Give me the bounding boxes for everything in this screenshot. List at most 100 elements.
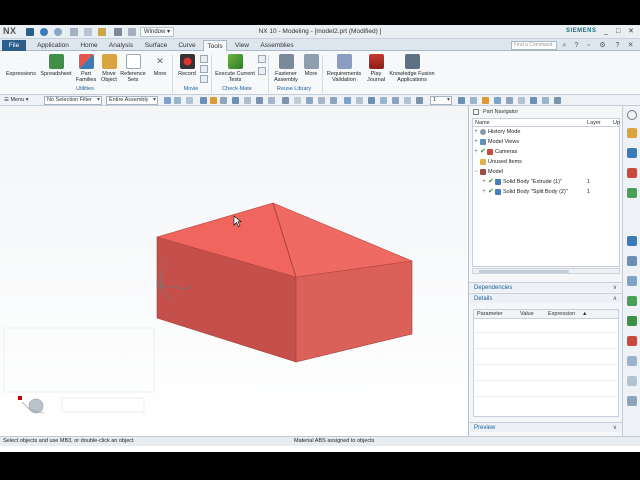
snap-icon-14[interactable] — [356, 97, 363, 104]
expressions-button[interactable]: Expressions — [4, 54, 38, 77]
snap-icon-12[interactable] — [330, 97, 337, 104]
sort-up-icon[interactable]: ▲ — [582, 311, 587, 317]
palette-icon[interactable] — [627, 356, 637, 366]
chevron-down-icon[interactable]: ∨ — [613, 423, 617, 433]
movie-small-button-2[interactable] — [200, 65, 208, 73]
repeat-command-icon[interactable] — [114, 28, 122, 36]
dependencies-section-header[interactable]: Dependencies ∨ — [469, 282, 623, 292]
snap-icon-1[interactable] — [200, 97, 207, 104]
move-object-button[interactable]: Move Object — [99, 54, 119, 83]
view-icon-9[interactable] — [554, 97, 561, 104]
restore-icon[interactable]: ▫ — [585, 42, 592, 49]
tree-row-history-mode[interactable]: + History Mode — [473, 127, 621, 137]
web-browser-icon[interactable] — [627, 236, 637, 246]
help-icon[interactable]: ? — [573, 42, 580, 49]
column-value[interactable]: Value — [520, 311, 534, 317]
pin-icon[interactable] — [473, 109, 479, 115]
view-icon-3[interactable] — [482, 97, 489, 104]
cut-icon[interactable] — [70, 28, 78, 36]
ribbon-close-icon[interactable]: ✕ — [627, 42, 634, 49]
selection-filter-select[interactable]: No Selection Filter — [44, 96, 102, 105]
movie-small-button-3[interactable] — [200, 75, 208, 83]
reuse-more-button[interactable]: More — [302, 54, 320, 77]
view-icon-4[interactable] — [494, 97, 501, 104]
expand-icon[interactable]: + — [473, 127, 479, 137]
tab-curve[interactable]: Curve — [175, 40, 199, 51]
documents-icon[interactable] — [627, 376, 637, 386]
snap-icon-2[interactable] — [210, 97, 217, 104]
scrollbar-thumb[interactable] — [479, 270, 569, 273]
movie-small-button-1[interactable] — [200, 55, 208, 63]
roles-icon[interactable] — [627, 316, 637, 326]
help-button-icon[interactable]: ? — [614, 42, 621, 49]
column-expression[interactable]: Expression — [548, 311, 575, 317]
view-icon-5[interactable] — [506, 97, 513, 104]
tab-analysis[interactable]: Analysis — [106, 40, 136, 51]
chevron-up-icon[interactable]: ∧ — [613, 294, 617, 304]
snap-icon-15[interactable] — [368, 97, 375, 104]
graphics-canvas[interactable]: Y — [0, 106, 468, 436]
snap-icon-4[interactable] — [232, 97, 239, 104]
system-materials-icon[interactable] — [627, 276, 637, 286]
settings-icon[interactable] — [627, 110, 637, 120]
filter-icon-2[interactable] — [174, 97, 181, 104]
part-families-button[interactable]: Part Families — [74, 54, 98, 83]
maximize-icon[interactable]: □ — [616, 28, 620, 35]
snap-icon-16[interactable] — [380, 97, 387, 104]
column-up[interactable]: Up — [613, 120, 620, 126]
view-icon-7[interactable] — [530, 97, 537, 104]
snap-icon-10[interactable] — [306, 97, 313, 104]
tree-row-unused-items[interactable]: Unused Items — [473, 157, 621, 167]
collapse-icon[interactable]: − — [473, 167, 479, 177]
tab-file[interactable]: File — [2, 40, 26, 51]
snap-icon-13[interactable] — [344, 97, 351, 104]
navigator-horizontal-scrollbar[interactable] — [472, 268, 620, 274]
column-name[interactable]: Name — [475, 120, 490, 126]
checkmate-small-button-2[interactable] — [258, 67, 266, 75]
save-icon[interactable] — [26, 28, 34, 36]
play-journal-button[interactable]: Play Journal — [365, 54, 387, 83]
constraint-navigator-icon[interactable] — [627, 148, 637, 158]
menu-button[interactable]: ☰ Menu ▾ — [2, 96, 31, 105]
expand-icon[interactable]: + — [473, 147, 479, 157]
touch-mode-icon[interactable] — [128, 28, 136, 36]
tab-view[interactable]: View — [231, 40, 253, 51]
redo-icon[interactable] — [54, 28, 62, 36]
close-icon[interactable]: ✕ — [628, 28, 634, 35]
column-layer[interactable]: Layer — [587, 120, 601, 126]
checkmate-small-button-1[interactable] — [258, 55, 266, 63]
tab-assemblies[interactable]: Assemblies — [257, 40, 297, 51]
filter-icon-3[interactable] — [186, 97, 193, 104]
knowledge-fusion-applications-button[interactable]: Knowledge Fusion Applications — [389, 54, 435, 83]
snap-icon-19[interactable] — [416, 97, 423, 104]
tree-row-cameras[interactable]: + ✔ Cameras — [473, 147, 621, 157]
details-section-header[interactable]: Details ∧ — [469, 293, 623, 303]
selection-scope-select[interactable]: Entire Assembly — [106, 96, 158, 105]
reports-icon[interactable] — [627, 396, 637, 406]
snap-icon-7[interactable] — [268, 97, 275, 104]
snap-icon-3[interactable] — [220, 97, 227, 104]
snap-icon-8[interactable] — [282, 97, 289, 104]
view-icon-2[interactable] — [470, 97, 477, 104]
filter-icon-1[interactable] — [164, 97, 171, 104]
reference-sets-button[interactable]: Reference Sets — [120, 54, 146, 83]
process-studio-icon[interactable] — [627, 296, 637, 306]
graphics-window[interactable]: Y — [0, 106, 468, 436]
settings-icon[interactable]: ⚙ — [599, 42, 606, 49]
paste-icon[interactable] — [98, 28, 106, 36]
fastener-assembly-button[interactable]: Fastener Assembly — [272, 54, 300, 83]
tree-row-model-views[interactable]: + Model Views — [473, 137, 621, 147]
view-icon-1[interactable] — [458, 97, 465, 104]
snap-icon-17[interactable] — [392, 97, 399, 104]
tab-application[interactable]: Application — [34, 40, 72, 51]
expand-icon[interactable]: + — [481, 177, 487, 187]
undo-icon[interactable] — [40, 28, 48, 36]
search-icon[interactable]: ⌕ — [561, 42, 568, 49]
tree-row-model[interactable]: − Model — [473, 167, 621, 177]
snap-icon-5[interactable] — [244, 97, 251, 104]
snap-icon-9[interactable] — [294, 97, 301, 104]
chevron-down-icon[interactable]: ∨ — [613, 283, 617, 293]
layer-select[interactable]: 1 — [430, 96, 452, 105]
part-navigator-icon[interactable] — [627, 168, 637, 178]
snap-icon-18[interactable] — [404, 97, 411, 104]
